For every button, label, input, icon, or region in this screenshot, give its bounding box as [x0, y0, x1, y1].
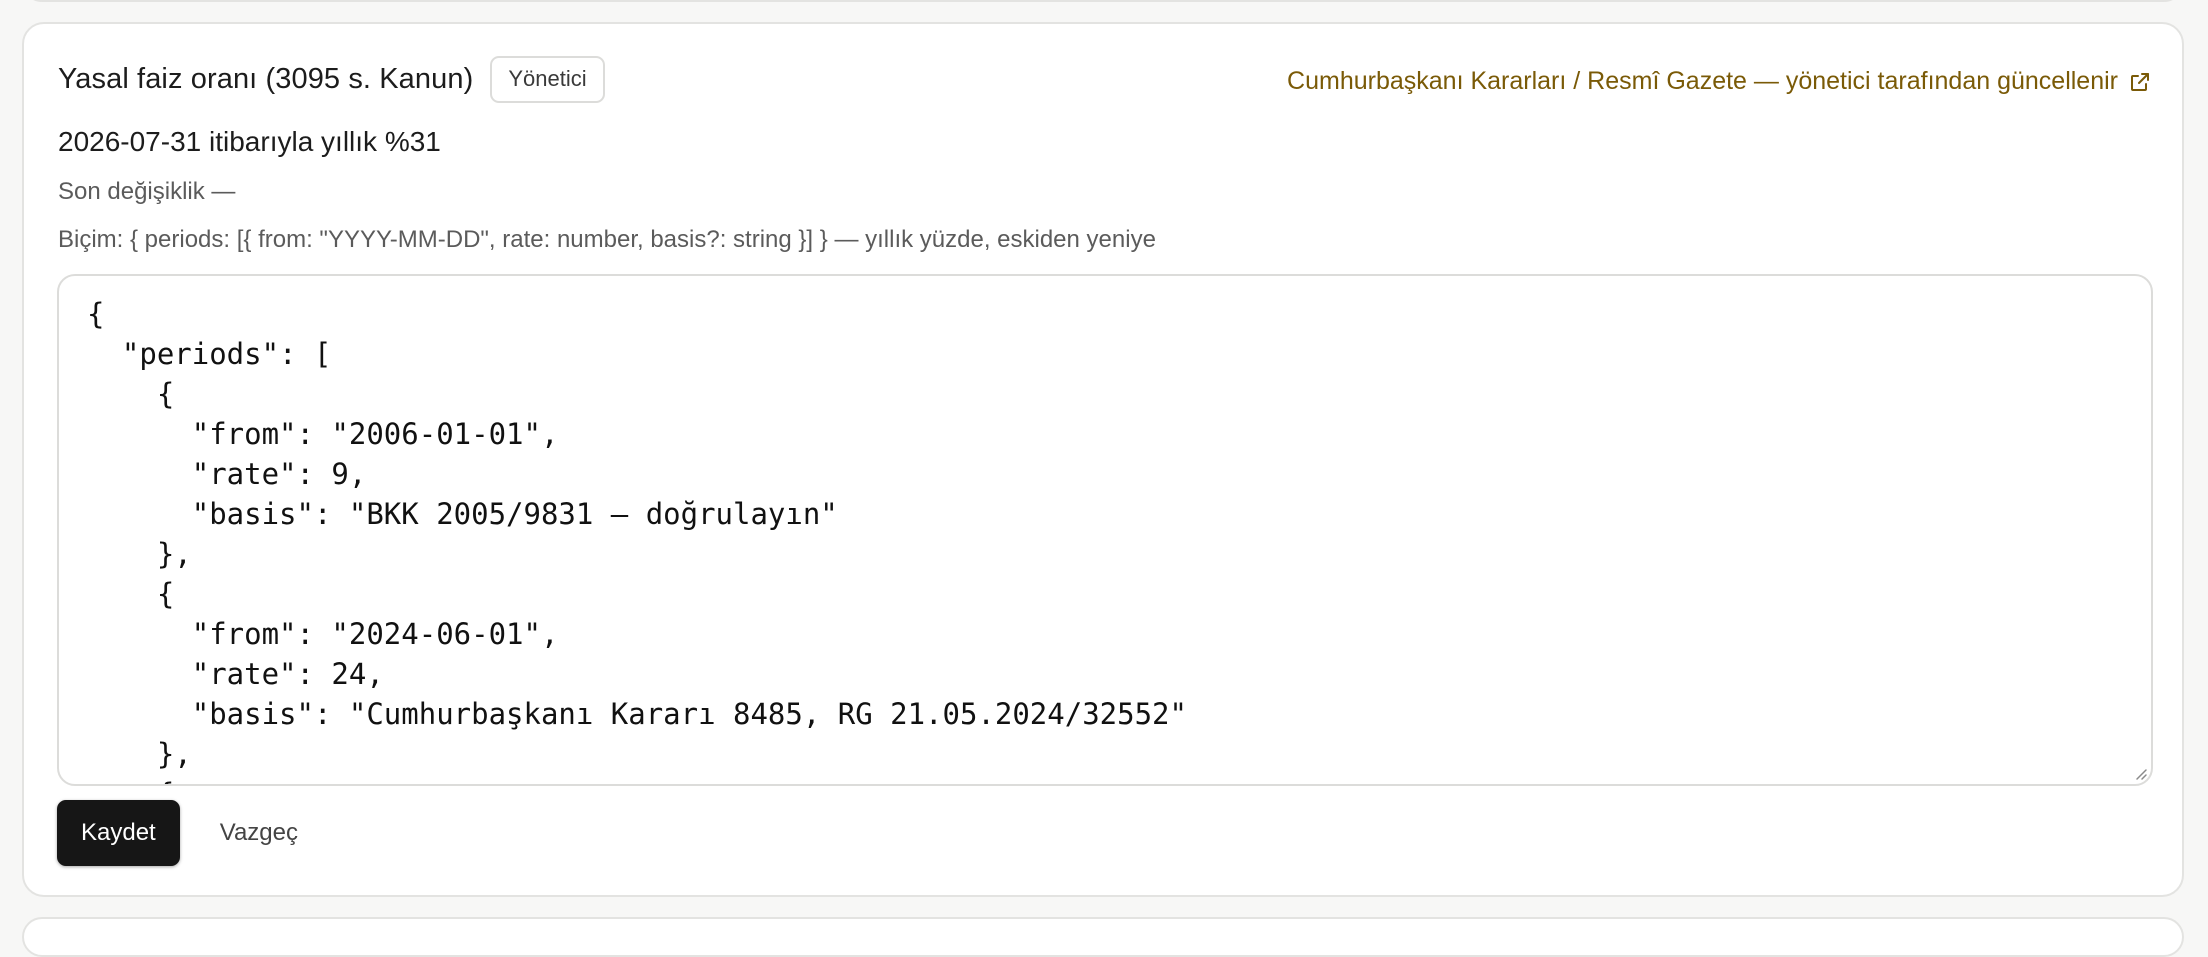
form-actions: Kaydet Vazgeç [57, 800, 320, 866]
current-rate-status: 2026-07-31 itibarıyla yıllık %31 [58, 126, 441, 157]
source-link[interactable]: Cumhurbaşkanı Kararları / Resmî Gazete —… [1287, 67, 2152, 96]
legal-interest-rate-card: Yasal faiz oranı (3095 s. Kanun) Yönetic… [22, 22, 2184, 897]
external-link-icon [2128, 70, 2152, 94]
last-change-text: Son değişiklik — [58, 178, 236, 205]
resize-handle-icon[interactable] [2132, 765, 2148, 781]
previous-card [22, 0, 2184, 2]
json-editor-textarea[interactable]: { "periods": [ { "from": "2006-01-01", "… [57, 274, 2153, 786]
source-link-label: Cumhurbaşkanı Kararları / Resmî Gazete —… [1287, 67, 2118, 95]
save-button[interactable]: Kaydet [57, 800, 180, 866]
card-header: Yasal faiz oranı (3095 s. Kanun) Yönetic… [58, 56, 605, 103]
card-title: Yasal faiz oranı (3095 s. Kanun) [58, 63, 474, 95]
format-hint: Biçim: { periods: [{ from: "YYYY-MM-DD",… [58, 226, 1156, 253]
cancel-button[interactable]: Vazgeç [198, 800, 320, 866]
json-editor-content[interactable]: { "periods": [ { "from": "2006-01-01", "… [59, 276, 2151, 784]
admin-badge: Yönetici [490, 56, 605, 103]
next-card [22, 917, 2184, 957]
